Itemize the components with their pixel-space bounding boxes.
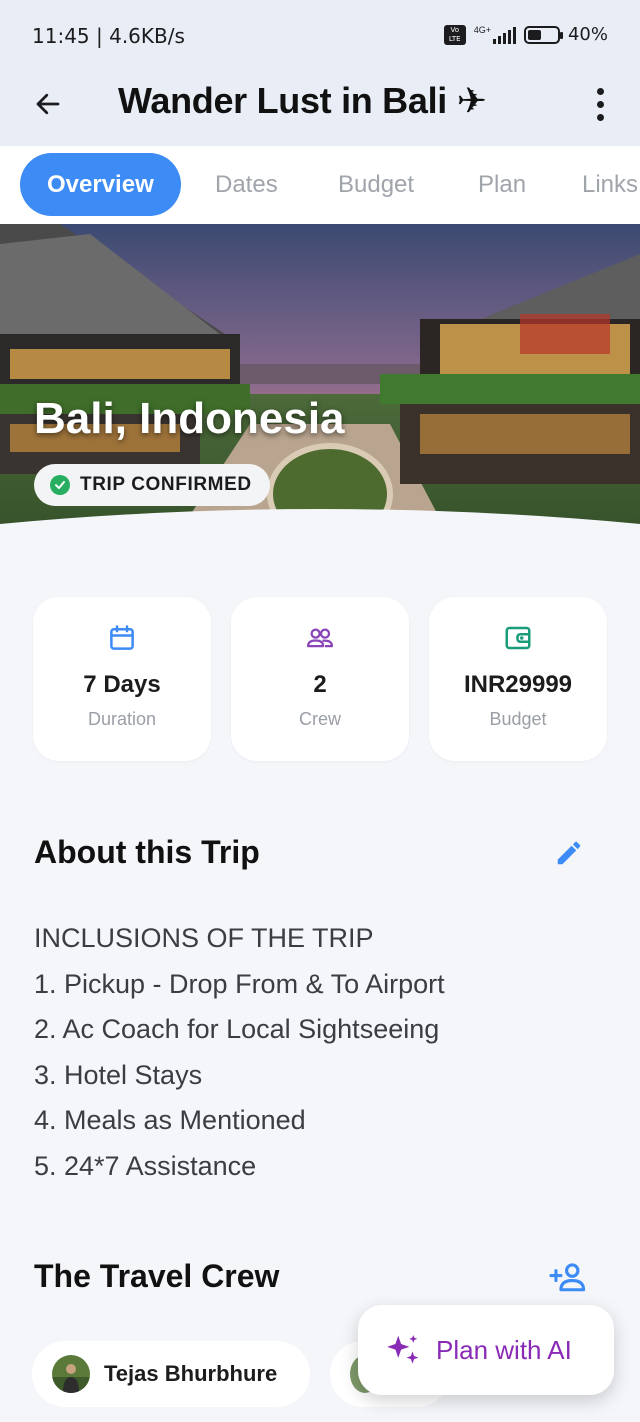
tab-budget[interactable]: Budget — [338, 153, 414, 216]
more-vertical-icon — [596, 87, 604, 95]
stat-value: 7 Days — [83, 671, 161, 698]
status-badge-label: TRIP CONFIRMED — [80, 474, 252, 495]
avatar — [52, 1355, 90, 1393]
stat-card-duration: 7 Days Duration — [33, 597, 211, 761]
about-section-title: About this Trip — [34, 834, 260, 870]
about-description: INCLUSIONS OF THE TRIP 1. Pickup - Drop … — [34, 916, 614, 1190]
wallet-icon — [505, 626, 531, 650]
crew-member-chip[interactable]: Tejas Bhurbhure — [32, 1341, 310, 1407]
people-icon — [307, 628, 333, 648]
about-line: 3. Hotel Stays — [34, 1059, 203, 1090]
calendar-icon — [110, 625, 134, 650]
battery-icon — [523, 25, 563, 44]
plan-with-ai-button[interactable]: Plan with AI — [358, 1305, 614, 1395]
crew-section-title: The Travel Crew — [34, 1258, 280, 1294]
tab-overview[interactable]: Overview — [20, 153, 181, 216]
stat-value: 2 — [313, 671, 327, 698]
plan-with-ai-label: Plan with AI — [436, 1334, 572, 1365]
hero-banner: Bali, Indonesia TRIP CONFIRMED — [0, 224, 640, 576]
tab-dates[interactable]: Dates — [215, 153, 278, 216]
signal-icon — [492, 26, 516, 44]
arrow-left-icon — [36, 93, 60, 115]
add-person-icon[interactable] — [548, 1260, 588, 1294]
battery-level: 40% — [567, 24, 608, 45]
status-icons: Vo LTE 4G+ 40% — [443, 24, 608, 45]
tab-plan[interactable]: Plan — [478, 153, 526, 216]
app-bar: Wander Lust in Bali ✈ — [0, 72, 640, 146]
stat-label: Crew — [298, 709, 341, 729]
about-line: 1. Pickup - Drop From & To Airport — [34, 968, 445, 999]
tab-bar: Overview Dates Budget Plan Links — [0, 146, 640, 224]
sparkles-icon — [387, 1334, 419, 1364]
page-title: Wander Lust in Bali ✈ — [118, 80, 487, 121]
network-type: 4G+ — [473, 24, 491, 35]
check-circle-icon — [50, 475, 70, 495]
back-button[interactable] — [28, 84, 68, 124]
crew-member-name: Tejas Bhurbhure — [104, 1361, 278, 1386]
stat-card-crew: 2 Crew — [231, 597, 409, 761]
stat-label: Duration — [87, 709, 157, 729]
destination-title: Bali, Indonesia — [34, 394, 345, 443]
pencil-icon[interactable] — [554, 838, 584, 868]
about-line: 4. Meals as Mentioned — [34, 1105, 306, 1136]
stat-value: INR29999 — [463, 671, 573, 698]
about-line: INCLUSIONS OF THE TRIP — [34, 923, 374, 953]
status-bar: 11:45 | 4.6KB/s Vo LTE 4G+ 40% — [0, 0, 640, 72]
volte-icon: Vo LTE — [443, 24, 466, 45]
status-badge: TRIP CONFIRMED — [34, 464, 270, 506]
more-options-button[interactable] — [590, 84, 610, 124]
stat-label: Budget — [489, 709, 547, 729]
status-time-speed: 11:45 | 4.6KB/s — [32, 24, 185, 48]
stat-card-budget: INR29999 Budget — [429, 597, 607, 761]
about-line: 5. 24*7 Assistance — [34, 1150, 257, 1181]
about-line: 2. Ac Coach for Local Sightseeing — [34, 1014, 440, 1045]
tab-links[interactable]: Links — [582, 153, 638, 216]
